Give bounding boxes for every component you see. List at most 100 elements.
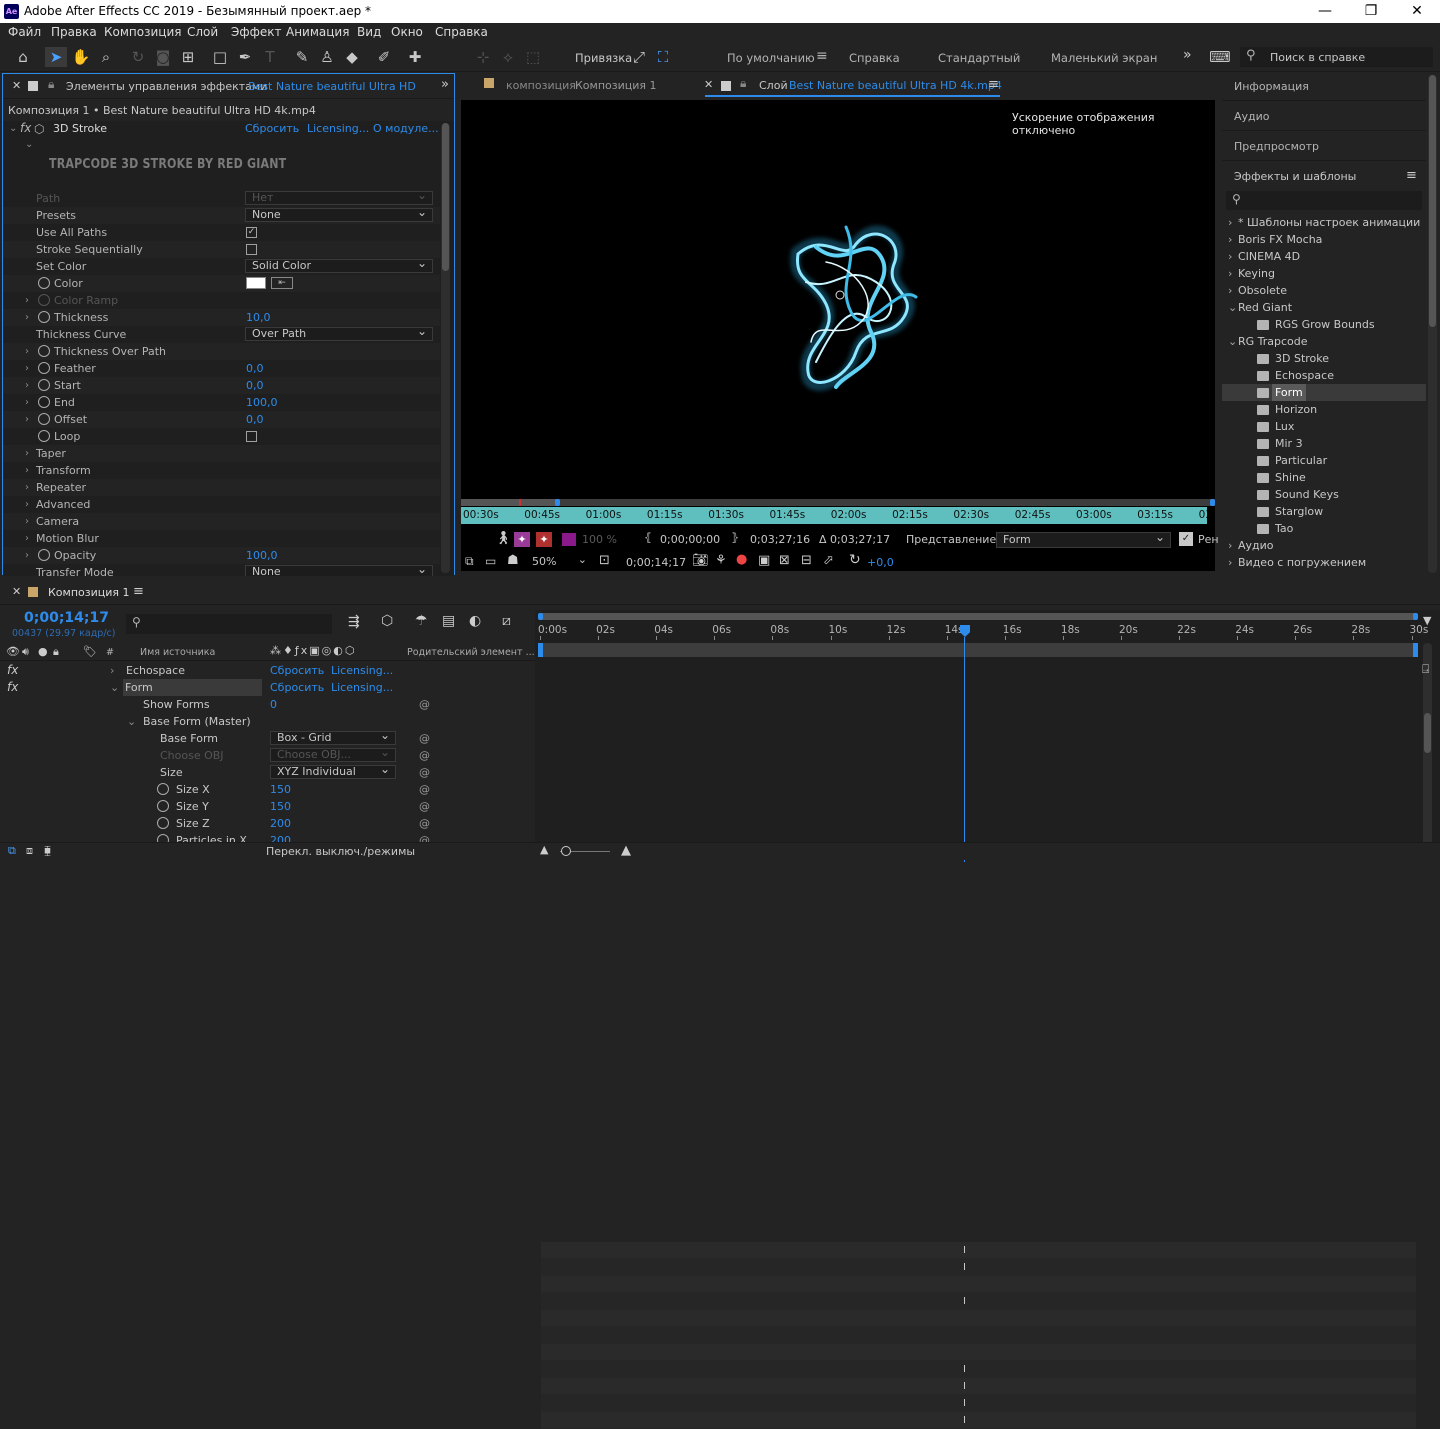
timeline-lane[interactable]: I: [541, 1378, 1416, 1395]
timeline-lane[interactable]: [541, 1327, 1416, 1344]
timeline-property-row[interactable]: Size Y 150 @: [0, 798, 535, 815]
color-swatch[interactable]: [246, 277, 266, 289]
axis-view-icon[interactable]: ⬚: [522, 47, 544, 67]
effect-controls-layer-name[interactable]: Best Nature beautiful Ultra HD 4k: [248, 80, 416, 93]
keyframe-icon[interactable]: I: [963, 1364, 969, 1375]
workspace-help[interactable]: Справка: [849, 51, 900, 65]
workspace-small-screen[interactable]: Маленький экран: [1051, 51, 1157, 65]
property-checkbox[interactable]: ✓: [246, 227, 257, 238]
timeline-property-value[interactable]: 0: [270, 696, 277, 713]
opacity-value[interactable]: 100 %: [582, 533, 617, 546]
property-row[interactable]: › Opacity 100,0: [3, 547, 440, 564]
label-icon[interactable]: 🏷︎: [83, 645, 97, 658]
menu-layer[interactable]: Слой: [187, 25, 218, 39]
info-panel-tab[interactable]: Информация: [1234, 80, 1309, 93]
effect-item[interactable]: Lux: [1222, 418, 1426, 435]
effect-item[interactable]: Starglow: [1222, 503, 1426, 520]
chevron-down-icon[interactable]: ⌄: [1228, 299, 1237, 316]
pickwhip-icon[interactable]: @: [419, 798, 430, 815]
effect-item[interactable]: RGS Grow Bounds: [1222, 316, 1426, 333]
stopwatch-icon[interactable]: [157, 800, 169, 812]
effects-folder[interactable]: ⌄ Red Giant: [1222, 299, 1426, 316]
pickwhip-icon[interactable]: @: [419, 832, 430, 842]
lock-icon[interactable]: 🔒︎: [48, 77, 54, 92]
property-row[interactable]: › Advanced: [3, 496, 440, 513]
comp-tab-prefix[interactable]: композиция: [506, 79, 576, 92]
effect-item[interactable]: Shine: [1222, 469, 1426, 486]
camera-tool-icon[interactable]: ◙: [152, 47, 174, 67]
effect-item[interactable]: Sound Keys: [1222, 486, 1426, 503]
timeline-property-row[interactable]: Particles in X 200 @: [0, 832, 535, 842]
menu-edit[interactable]: Правка: [51, 25, 97, 39]
property-value[interactable]: 100,0: [246, 394, 278, 411]
property-value[interactable]: 100,0: [246, 547, 278, 564]
minimize-button[interactable]: —: [1302, 0, 1348, 23]
onion-skin-icon[interactable]: ✦: [514, 532, 530, 547]
panel-overflow-icon[interactable]: »: [441, 77, 449, 92]
property-value[interactable]: 0,0: [246, 411, 264, 428]
licensing-button[interactable]: Licensing...: [331, 662, 393, 679]
timeline-lane[interactable]: I: [541, 1395, 1416, 1412]
selection-tool-icon[interactable]: ➤: [45, 47, 67, 67]
menu-composition[interactable]: Композиция: [104, 25, 181, 39]
stopwatch-icon[interactable]: [38, 413, 50, 425]
timeline-search-input[interactable]: ⚲: [126, 614, 332, 634]
exposure-value[interactable]: +0,0: [867, 556, 894, 569]
effects-presets-title[interactable]: Эффекты и шаблоны: [1234, 170, 1356, 183]
rectangle-tool-icon[interactable]: □: [209, 47, 231, 67]
timeline-property-dropdown[interactable]: Choose OBJ...: [270, 746, 396, 762]
shy-layers-icon[interactable]: ☂: [415, 613, 428, 629]
chevron-right-icon[interactable]: ›: [1228, 231, 1232, 248]
twirl-icon[interactable]: ›: [25, 462, 29, 479]
twirl-icon[interactable]: ›: [25, 377, 29, 394]
fast-previews-icon[interactable]: ⬀: [823, 553, 834, 568]
effect-item[interactable]: Horizon: [1222, 401, 1426, 418]
property-row[interactable]: › Motion Blur: [3, 530, 440, 547]
channels-icon[interactable]: ●: [736, 552, 747, 567]
chevron-down-icon[interactable]: ⌄: [1228, 333, 1237, 350]
audio-switch-icon[interactable]: 🔊︎: [22, 645, 29, 659]
timeline-property-row[interactable]: fx ⌄ Form Сбросить Licensing...: [0, 679, 535, 696]
stopwatch-icon[interactable]: [38, 396, 50, 408]
frame-blending-icon[interactable]: ▤: [442, 613, 455, 629]
region-of-interest-icon[interactable]: ▣: [758, 553, 770, 568]
timeline-property-row[interactable]: Base Form Box - Grid @: [0, 729, 535, 747]
layer-switches-icons[interactable]: ⁂♦ƒx▣◎◐⬡: [270, 644, 356, 657]
stopwatch-icon[interactable]: [157, 834, 169, 842]
in-point-time[interactable]: 0;00;00;00: [660, 533, 720, 546]
property-row[interactable]: Presets None: [3, 206, 440, 224]
property-row[interactable]: › Repeater: [3, 479, 440, 496]
panel-close-icon[interactable]: ✕: [12, 79, 21, 92]
timeline-lane[interactable]: [541, 1344, 1416, 1361]
property-row[interactable]: Set Color Solid Color: [3, 257, 440, 275]
twirl-icon[interactable]: ›: [25, 394, 29, 411]
chevron-right-icon[interactable]: ›: [1228, 554, 1232, 571]
brush-tool-icon[interactable]: ✎: [291, 47, 313, 67]
chevron-down-icon[interactable]: ⌄: [127, 713, 136, 730]
puppet-icon[interactable]: 🚶︎: [495, 531, 512, 546]
menu-window[interactable]: Окно: [391, 25, 423, 39]
effects-folder[interactable]: › Obsolete: [1222, 282, 1426, 299]
fx-icon[interactable]: fx: [7, 662, 18, 679]
zoom-in-icon[interactable]: ▲: [621, 843, 631, 858]
render-checkbox[interactable]: ✓: [1179, 532, 1193, 546]
layer-time-ruler[interactable]: 00:30s 00:45s 01:00s 01:15s 01:30s 01:45s 02:0…: [461, 507, 1207, 524]
pickwhip-icon[interactable]: @: [419, 747, 430, 764]
right-panel-scrollbar[interactable]: [1428, 75, 1437, 573]
work-area[interactable]: [538, 643, 1418, 657]
keyframe-icon[interactable]: I: [963, 1296, 969, 1307]
property-row[interactable]: › Feather 0,0: [3, 360, 440, 377]
monitor-icon[interactable]: ▭: [485, 554, 496, 568]
timeline-navigator[interactable]: [538, 613, 1418, 620]
twirl-icon[interactable]: ›: [25, 292, 29, 309]
mask-visibility-icon[interactable]: ☗: [507, 553, 519, 568]
stopwatch-icon[interactable]: [38, 430, 50, 442]
pickwhip-icon[interactable]: @: [419, 781, 430, 798]
chevron-down-icon[interactable]: ⌄: [110, 679, 119, 696]
timeline-property-row[interactable]: Size X 150 @: [0, 781, 535, 798]
property-row[interactable]: › Offset 0,0: [3, 411, 440, 428]
timeline-property-row[interactable]: Show Forms 0 @: [0, 696, 535, 713]
zoom-out-icon[interactable]: ▲: [540, 843, 548, 856]
rotate-tool-icon[interactable]: ↻: [127, 47, 149, 67]
out-point-icon[interactable]: ⦄: [731, 531, 739, 544]
